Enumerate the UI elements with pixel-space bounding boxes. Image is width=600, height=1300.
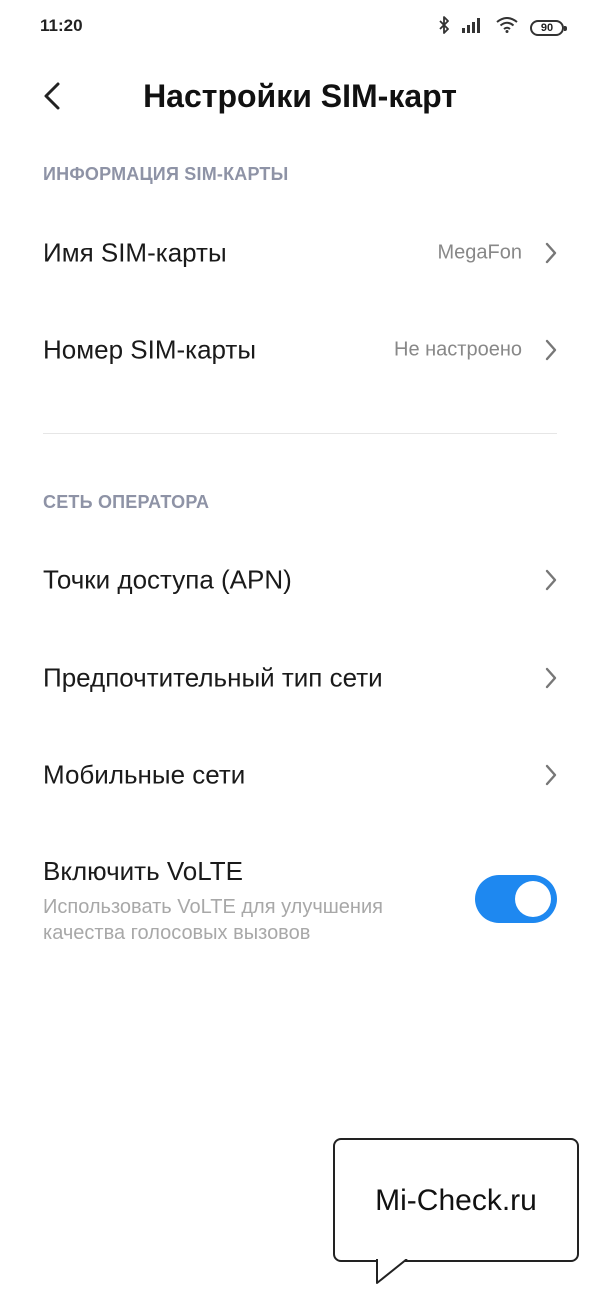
section-divider — [43, 433, 557, 434]
watermark-bubble: Mi-Check.ru — [333, 1138, 579, 1262]
preferred-network-label: Предпочтительный тип сети — [43, 662, 383, 693]
volte-description: Использовать VoLTE для улучшения качеств… — [43, 896, 383, 944]
toggle-knob — [515, 881, 551, 917]
sim-name-label: Имя SIM-карты — [43, 237, 227, 268]
battery-icon: 90 — [530, 19, 567, 36]
section-title-carrier: СЕТЬ ОПЕРАТОРА — [43, 492, 210, 512]
section-title-sim-info: ИНФОРМАЦИЯ SIM-КАРТЫ — [43, 164, 289, 184]
wifi-icon — [496, 17, 518, 38]
apn-row[interactable]: Точки доступа (APN) — [0, 532, 600, 628]
mobile-networks-label: Мобильные сети — [43, 759, 246, 790]
volte-row[interactable]: Включить VoLTE Использовать VoLTE для ул… — [0, 850, 600, 960]
volte-toggle[interactable] — [475, 875, 557, 923]
sim-number-value: Не настроено — [394, 338, 522, 361]
status-bar: 11:20 90 — [0, 0, 600, 56]
watermark-text: Mi-Check.ru — [375, 1184, 537, 1217]
speech-bubble-tail-icon — [376, 1259, 408, 1284]
volte-title: Включить VoLTE — [43, 856, 243, 886]
page-title: Настройки SIM-карт — [143, 78, 457, 114]
sim-number-row[interactable]: Номер SIM-карты Не настроено — [0, 302, 600, 398]
sim-name-row[interactable]: Имя SIM-карты MegaFon — [0, 205, 600, 301]
apn-label: Точки доступа (APN) — [43, 564, 292, 595]
sim-number-label: Номер SIM-карты — [43, 334, 257, 365]
chevron-right-icon — [542, 665, 560, 691]
signal-icon — [462, 17, 484, 38]
bluetooth-icon — [438, 16, 450, 39]
sim-name-value: MegaFon — [437, 241, 523, 264]
chevron-right-icon — [542, 240, 560, 266]
chevron-right-icon — [542, 337, 560, 363]
chevron-right-icon — [542, 762, 560, 788]
status-icons: 90 — [438, 16, 567, 39]
chevron-right-icon — [542, 567, 560, 593]
battery-level: 90 — [540, 21, 554, 34]
status-time: 11:20 — [40, 16, 83, 35]
mobile-networks-row[interactable]: Мобильные сети — [0, 727, 600, 823]
preferred-network-row[interactable]: Предпочтительный тип сети — [0, 630, 600, 726]
header: Настройки SIM-карт — [0, 60, 600, 132]
